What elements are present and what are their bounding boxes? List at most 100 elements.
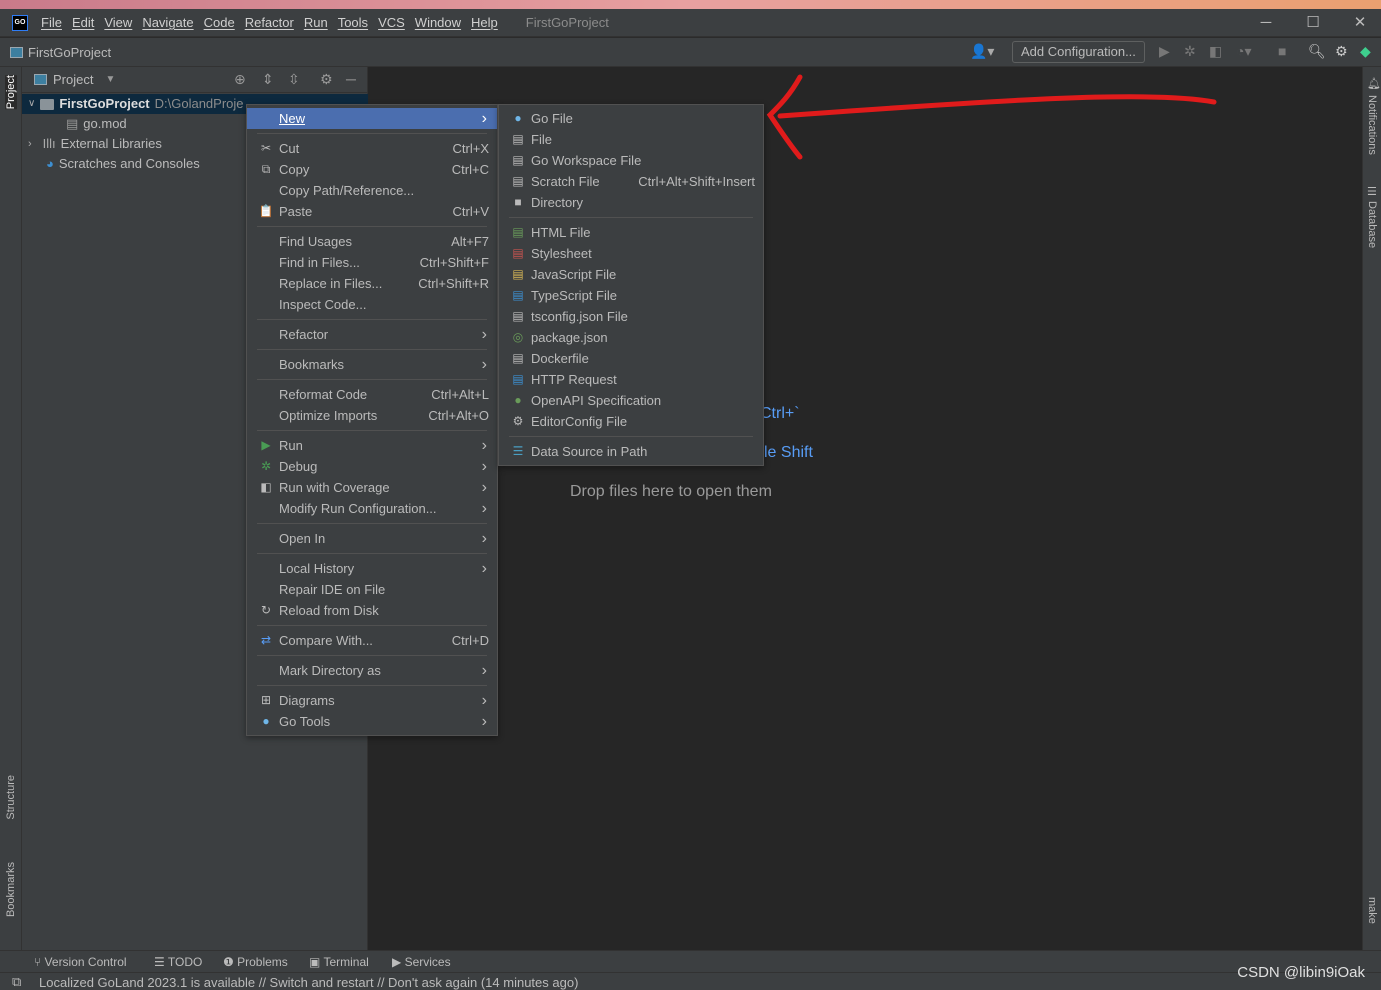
menu-item-copy-path-reference[interactable]: Copy Path/Reference... [247,180,497,201]
menu-view[interactable]: View [104,15,132,30]
menu-help[interactable]: Help [471,15,498,30]
tool-tab-database[interactable]: Database [1366,201,1378,248]
menu-item-label: Cut [279,141,300,156]
menu-item-inspect-code[interactable]: Inspect Code... [247,294,497,315]
chevron-down-icon[interactable]: ▼ [105,74,115,85]
menu-run[interactable]: Run [304,15,328,30]
menu-item-go-file[interactable]: ● Go File [499,108,763,129]
menu-item-go-workspace-file[interactable]: ▤ Go Workspace File [499,150,763,171]
hide-icon[interactable]: ─ [346,71,356,87]
jetbrains-icon[interactable]: ◆ [1360,43,1371,60]
minimize-button[interactable]: ─ [1243,9,1289,37]
menu-window[interactable]: Window [415,15,461,30]
tool-tab-project[interactable]: Project [5,75,17,110]
menu-item-diagrams[interactable]: ⊞ Diagrams › [247,690,497,711]
menu-item-mark-directory-as[interactable]: Mark Directory as › [247,660,497,681]
maximize-button[interactable]: ☐ [1290,9,1336,37]
locate-icon[interactable]: ⊕ [234,71,246,88]
menu-item-typescript-file[interactable]: ▤ TypeScript File [499,285,763,306]
tool-tab-make[interactable]: make [1366,897,1378,924]
menu-item-package-json[interactable]: ◎ package.json [499,327,763,348]
chevron-right-icon[interactable]: › [28,134,32,154]
menu-item-dockerfile[interactable]: ▤ Dockerfile [499,348,763,369]
collapse-all-icon[interactable]: ⇳ [288,71,300,88]
tool-tab-structure[interactable]: Structure [5,775,17,820]
menu-item-go-tools[interactable]: ● Go Tools › [247,711,497,732]
menu-item-find-in-files[interactable]: Find in Files... Ctrl+Shift+F [247,252,497,273]
menu-item-modify-run-configuration[interactable]: Modify Run Configuration... › [247,498,497,519]
profile-icon[interactable]: ◔▾ [1236,43,1251,60]
menu-item-compare-with[interactable]: ⇄ Compare With... Ctrl+D [247,630,497,651]
stop-icon[interactable]: ■ [1278,43,1286,59]
menu-item-openapi-specification[interactable]: ● OpenAPI Specification [499,390,763,411]
settings-icon[interactable]: ⚙ [1335,43,1348,60]
chevron-right-icon: › [481,662,487,679]
menu-item-stylesheet[interactable]: ▤ Stylesheet [499,243,763,264]
user-icon[interactable]: 👤▾ [970,43,994,60]
debug-icon[interactable]: ✲ [1184,43,1196,60]
menu-file[interactable]: File [41,15,62,30]
project-view-selector[interactable]: Project [53,72,93,87]
tree-item-scratches[interactable]: ◕ Scratches and Consoles [46,154,200,174]
menu-item-file[interactable]: ▤ File [499,129,763,150]
menu-item-refactor[interactable]: Refactor › [247,324,497,345]
menu-item-debug[interactable]: ✲ Debug › [247,456,497,477]
breadcrumb[interactable]: FirstGoProject [10,45,111,60]
terminal-icon: ▣ [309,955,324,969]
tool-tab-version-control[interactable]: ⑂ Version Control [34,955,127,969]
database-icon[interactable]: ☰ [1367,185,1377,198]
menu-tools[interactable]: Tools [338,15,368,30]
menu-vcs[interactable]: VCS [378,15,405,30]
menu-item-bookmarks[interactable]: Bookmarks › [247,354,497,375]
menu-item-repair-ide-on-file[interactable]: Repair IDE on File [247,579,497,600]
menu-item-data-source-in-path[interactable]: ☰ Data Source in Path [499,441,763,462]
menu-item-local-history[interactable]: Local History › [247,558,497,579]
menu-item-javascript-file[interactable]: ▤ JavaScript File [499,264,763,285]
menu-edit[interactable]: Edit [72,15,94,30]
tool-tab-problems[interactable]: ❶ Problems [223,955,288,969]
tree-item-go-mod[interactable]: ▤ go.mod [66,114,127,134]
menu-item-paste[interactable]: 📋 Paste Ctrl+V [247,201,497,222]
menu-navigate[interactable]: Navigate [142,15,193,30]
menu-item-reformat-code[interactable]: Reformat Code Ctrl+Alt+L [247,384,497,405]
search-icon[interactable]: 🔍︎ [1308,43,1326,60]
tool-tab-todo[interactable]: ☰ TODO [154,955,202,969]
menu-item-copy[interactable]: ⧉ Copy Ctrl+C [247,159,497,180]
run-icon[interactable]: ▶ [1159,43,1170,60]
add-configuration-button[interactable]: Add Configuration... [1012,41,1145,63]
menu-code[interactable]: Code [204,15,235,30]
menu-item-editorconfig-file[interactable]: ⚙ EditorConfig File [499,411,763,432]
menu-item-reload-from-disk[interactable]: ↻ Reload from Disk [247,600,497,621]
gear-icon[interactable]: ⚙ [320,71,333,88]
menu-item-http-request[interactable]: ▤ HTTP Request [499,369,763,390]
menu-item-scratch-file[interactable]: ▤ Scratch File Ctrl+Alt+Shift+Insert [499,171,763,192]
status-message[interactable]: Localized GoLand 2023.1 is available // … [39,975,578,990]
expand-all-icon[interactable]: ⇕ [262,71,274,88]
tool-tab-terminal[interactable]: ▣ Terminal [309,955,369,969]
menu-item-tsconfig-json-file[interactable]: ▤ tsconfig.json File [499,306,763,327]
run-icon: ▶ [261,438,271,452]
menu-refactor[interactable]: Refactor [245,15,294,30]
tool-tab-bookmarks[interactable]: Bookmarks [5,862,17,917]
menu-item-open-in[interactable]: Open In › [247,528,497,549]
gopher-icon: ● [514,111,522,125]
menu-item-html-file[interactable]: ▤ HTML File [499,222,763,243]
bell-icon[interactable]: 🔔︎ [1367,77,1381,90]
menu-item-find-usages[interactable]: Find Usages Alt+F7 [247,231,497,252]
menu-item-directory[interactable]: ■ Directory [499,192,763,213]
tool-tab-services[interactable]: ▶ Services [392,955,451,969]
menu-item-replace-in-files[interactable]: Replace in Files... Ctrl+Shift+R [247,273,497,294]
tool-tab-notifications[interactable]: Notifications [1366,95,1378,155]
menu-item-optimize-imports[interactable]: Optimize Imports Ctrl+Alt+O [247,405,497,426]
menu-item-run[interactable]: ▶ Run › [247,435,497,456]
close-button[interactable]: ✕ [1337,9,1381,37]
coverage-icon[interactable]: ◧ [1209,43,1222,60]
toggle-tool-windows-icon[interactable]: ⧉ [12,974,21,990]
tree-item-external-libraries[interactable]: › Illı External Libraries [28,134,162,154]
menu-item-cut[interactable]: ✂ Cut Ctrl+X [247,138,497,159]
menu-item-new[interactable]: New › [247,108,497,129]
menu-item-run-with-coverage[interactable]: ◧ Run with Coverage › [247,477,497,498]
chevron-down-icon[interactable]: ∨ [28,94,35,114]
menu-item-label: Paste [279,204,313,219]
menu-item-shortcut: Ctrl+V [452,204,489,219]
